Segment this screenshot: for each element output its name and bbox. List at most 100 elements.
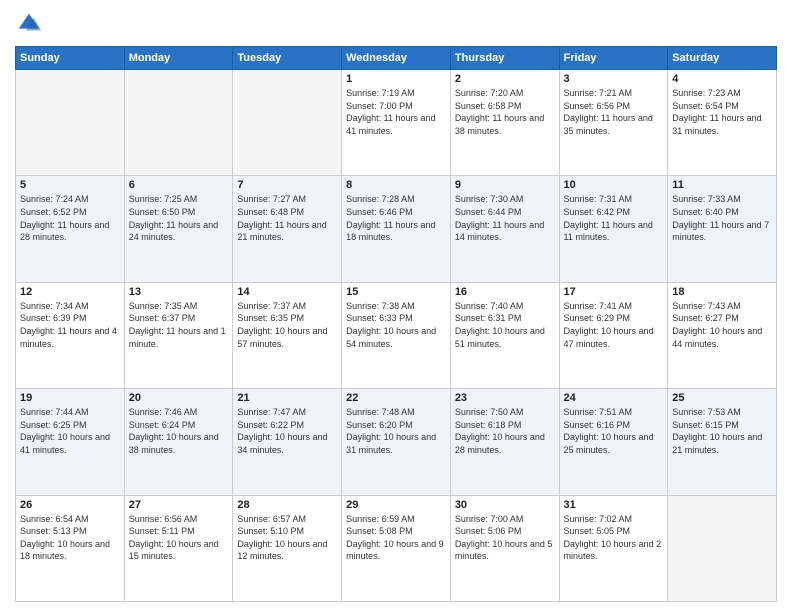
day-number: 5 — [20, 179, 120, 191]
day-number: 30 — [455, 499, 555, 511]
day-info: Sunrise: 7:38 AM Sunset: 6:33 PM Dayligh… — [346, 300, 446, 350]
day-info: Sunrise: 7:02 AM Sunset: 5:05 PM Dayligh… — [564, 513, 664, 563]
day-number: 23 — [455, 392, 555, 404]
day-number: 3 — [564, 73, 664, 85]
calendar-cell: 14Sunrise: 7:37 AM Sunset: 6:35 PM Dayli… — [233, 282, 342, 388]
day-info: Sunrise: 7:23 AM Sunset: 6:54 PM Dayligh… — [672, 87, 772, 137]
day-info: Sunrise: 7:25 AM Sunset: 6:50 PM Dayligh… — [129, 193, 229, 243]
day-number: 10 — [564, 179, 664, 191]
day-info: Sunrise: 7:46 AM Sunset: 6:24 PM Dayligh… — [129, 406, 229, 456]
day-number: 7 — [237, 179, 337, 191]
calendar-cell: 31 Sunrise: 7:02 AM Sunset: 5:05 PM Dayli… — [559, 495, 668, 601]
day-number: 20 — [129, 392, 229, 404]
calendar-cell: 10 Sunrise: 7:31 AM Sunset: 6:42 PM Dayli… — [559, 176, 668, 282]
calendar-cell: 19Sunrise: 7:44 AM Sunset: 6:25 PM Dayli… — [16, 389, 125, 495]
day-number: 4 — [672, 73, 772, 85]
calendar-cell: 3 Sunrise: 7:21 AM Sunset: 6:56 PM Daylig… — [559, 70, 668, 176]
day-number: 16 — [455, 286, 555, 298]
day-info: Sunrise: 7:21 AM Sunset: 6:56 PM Dayligh… — [564, 87, 664, 137]
calendar-cell: 21 Sunrise: 7:47 AM Sunset: 6:22 PM Dayli… — [233, 389, 342, 495]
day-number: 8 — [346, 179, 446, 191]
day-info: Sunrise: 7:41 AM Sunset: 6:29 PM Dayligh… — [564, 300, 664, 350]
logo — [15, 10, 45, 38]
day-number: 29 — [346, 499, 446, 511]
day-info: Sunrise: 7:51 AM Sunset: 6:16 PM Dayligh… — [564, 406, 664, 456]
day-info: Sunrise: 7:30 AM Sunset: 6:44 PM Dayligh… — [455, 193, 555, 243]
calendar-cell: 1 Sunrise: 7:19 AM Sunset: 7:00 PM Daylig… — [342, 70, 451, 176]
calendar-cell: 20 Sunrise: 7:46 AM Sunset: 6:24 PM Dayli… — [124, 389, 233, 495]
calendar-cell: 2 Sunrise: 7:20 AM Sunset: 6:58 PM Daylig… — [450, 70, 559, 176]
day-info: Sunrise: 7:28 AM Sunset: 6:46 PM Dayligh… — [346, 193, 446, 243]
day-info: Sunrise: 7:34 AM Sunset: 6:39 PM Dayligh… — [20, 300, 120, 350]
day-info: Sunrise: 6:54 AM Sunset: 5:13 PM Dayligh… — [20, 513, 120, 563]
week-row-2: 5 Sunrise: 7:24 AM Sunset: 6:52 PM Daylig… — [16, 176, 777, 282]
day-number: 31 — [564, 499, 664, 511]
calendar-cell: 13 Sunrise: 7:35 AM Sunset: 6:37 PM Dayli… — [124, 282, 233, 388]
weekday-header-tuesday: Tuesday — [233, 47, 342, 70]
calendar-cell: 26 Sunrise: 6:54 AM Sunset: 5:13 PM Dayli… — [16, 495, 125, 601]
header — [15, 10, 777, 38]
weekday-header-friday: Friday — [559, 47, 668, 70]
calendar-cell: 15 Sunrise: 7:38 AM Sunset: 6:33 PM Dayli… — [342, 282, 451, 388]
day-info: Sunrise: 7:27 AM Sunset: 6:48 PM Dayligh… — [237, 193, 337, 243]
week-row-5: 26 Sunrise: 6:54 AM Sunset: 5:13 PM Dayli… — [16, 495, 777, 601]
day-number: 1 — [346, 73, 446, 85]
calendar-cell: 23 Sunrise: 7:50 AM Sunset: 6:18 PM Dayli… — [450, 389, 559, 495]
day-number: 21 — [237, 392, 337, 404]
day-number: 24 — [564, 392, 664, 404]
day-number: 22 — [346, 392, 446, 404]
day-number: 6 — [129, 179, 229, 191]
calendar-cell: 6 Sunrise: 7:25 AM Sunset: 6:50 PM Daylig… — [124, 176, 233, 282]
day-number: 18 — [672, 286, 772, 298]
day-number: 9 — [455, 179, 555, 191]
calendar-cell: 30 Sunrise: 7:00 AM Sunset: 5:06 PM Dayli… — [450, 495, 559, 601]
calendar-cell: 8 Sunrise: 7:28 AM Sunset: 6:46 PM Daylig… — [342, 176, 451, 282]
calendar-cell: 29 Sunrise: 6:59 AM Sunset: 5:08 PM Dayli… — [342, 495, 451, 601]
day-number: 19 — [20, 392, 120, 404]
weekday-header-monday: Monday — [124, 47, 233, 70]
day-info: Sunrise: 7:50 AM Sunset: 6:18 PM Dayligh… — [455, 406, 555, 456]
week-row-1: 1 Sunrise: 7:19 AM Sunset: 7:00 PM Daylig… — [16, 70, 777, 176]
day-info: Sunrise: 7:53 AM Sunset: 6:15 PM Dayligh… — [672, 406, 772, 456]
day-info: Sunrise: 7:20 AM Sunset: 6:58 PM Dayligh… — [455, 87, 555, 137]
calendar-cell — [124, 70, 233, 176]
calendar-cell: 9 Sunrise: 7:30 AM Sunset: 6:44 PM Daylig… — [450, 176, 559, 282]
weekday-header-wednesday: Wednesday — [342, 47, 451, 70]
day-info: Sunrise: 7:40 AM Sunset: 6:31 PM Dayligh… — [455, 300, 555, 350]
day-number: 2 — [455, 73, 555, 85]
calendar-table: SundayMondayTuesdayWednesdayThursdayFrid… — [15, 46, 777, 602]
day-info: Sunrise: 7:35 AM Sunset: 6:37 PM Dayligh… — [129, 300, 229, 350]
day-number: 13 — [129, 286, 229, 298]
calendar-cell: 22Sunrise: 7:48 AM Sunset: 6:20 PM Dayli… — [342, 389, 451, 495]
calendar-cell: 28Sunrise: 6:57 AM Sunset: 5:10 PM Dayli… — [233, 495, 342, 601]
calendar-cell: 12Sunrise: 7:34 AM Sunset: 6:39 PM Dayli… — [16, 282, 125, 388]
day-number: 26 — [20, 499, 120, 511]
day-info: Sunrise: 6:59 AM Sunset: 5:08 PM Dayligh… — [346, 513, 446, 563]
calendar-cell: 18 Sunrise: 7:43 AM Sunset: 6:27 PM Dayli… — [668, 282, 777, 388]
day-number: 25 — [672, 392, 772, 404]
day-number: 27 — [129, 499, 229, 511]
day-number: 17 — [564, 286, 664, 298]
logo-icon — [15, 10, 43, 38]
day-info: Sunrise: 6:57 AM Sunset: 5:10 PM Dayligh… — [237, 513, 337, 563]
day-number: 15 — [346, 286, 446, 298]
calendar-cell: 7 Sunrise: 7:27 AM Sunset: 6:48 PM Daylig… — [233, 176, 342, 282]
weekday-header-row: SundayMondayTuesdayWednesdayThursdayFrid… — [16, 47, 777, 70]
day-info: Sunrise: 7:43 AM Sunset: 6:27 PM Dayligh… — [672, 300, 772, 350]
day-info: Sunrise: 7:19 AM Sunset: 7:00 PM Dayligh… — [346, 87, 446, 137]
weekday-header-sunday: Sunday — [16, 47, 125, 70]
calendar-cell: 25 Sunrise: 7:53 AM Sunset: 6:15 PM Dayli… — [668, 389, 777, 495]
day-info: Sunrise: 7:24 AM Sunset: 6:52 PM Dayligh… — [20, 193, 120, 243]
week-row-3: 12Sunrise: 7:34 AM Sunset: 6:39 PM Dayli… — [16, 282, 777, 388]
day-info: Sunrise: 7:37 AM Sunset: 6:35 PM Dayligh… — [237, 300, 337, 350]
weekday-header-thursday: Thursday — [450, 47, 559, 70]
day-info: Sunrise: 7:31 AM Sunset: 6:42 PM Dayligh… — [564, 193, 664, 243]
calendar-cell: 24 Sunrise: 7:51 AM Sunset: 6:16 PM Dayli… — [559, 389, 668, 495]
page: SundayMondayTuesdayWednesdayThursdayFrid… — [0, 0, 792, 612]
day-info: Sunrise: 7:00 AM Sunset: 5:06 PM Dayligh… — [455, 513, 555, 563]
day-info: Sunrise: 7:47 AM Sunset: 6:22 PM Dayligh… — [237, 406, 337, 456]
calendar-cell: 11Sunrise: 7:33 AM Sunset: 6:40 PM Dayli… — [668, 176, 777, 282]
calendar-cell — [16, 70, 125, 176]
week-row-4: 19Sunrise: 7:44 AM Sunset: 6:25 PM Dayli… — [16, 389, 777, 495]
calendar-cell: 27Sunrise: 6:56 AM Sunset: 5:11 PM Dayli… — [124, 495, 233, 601]
